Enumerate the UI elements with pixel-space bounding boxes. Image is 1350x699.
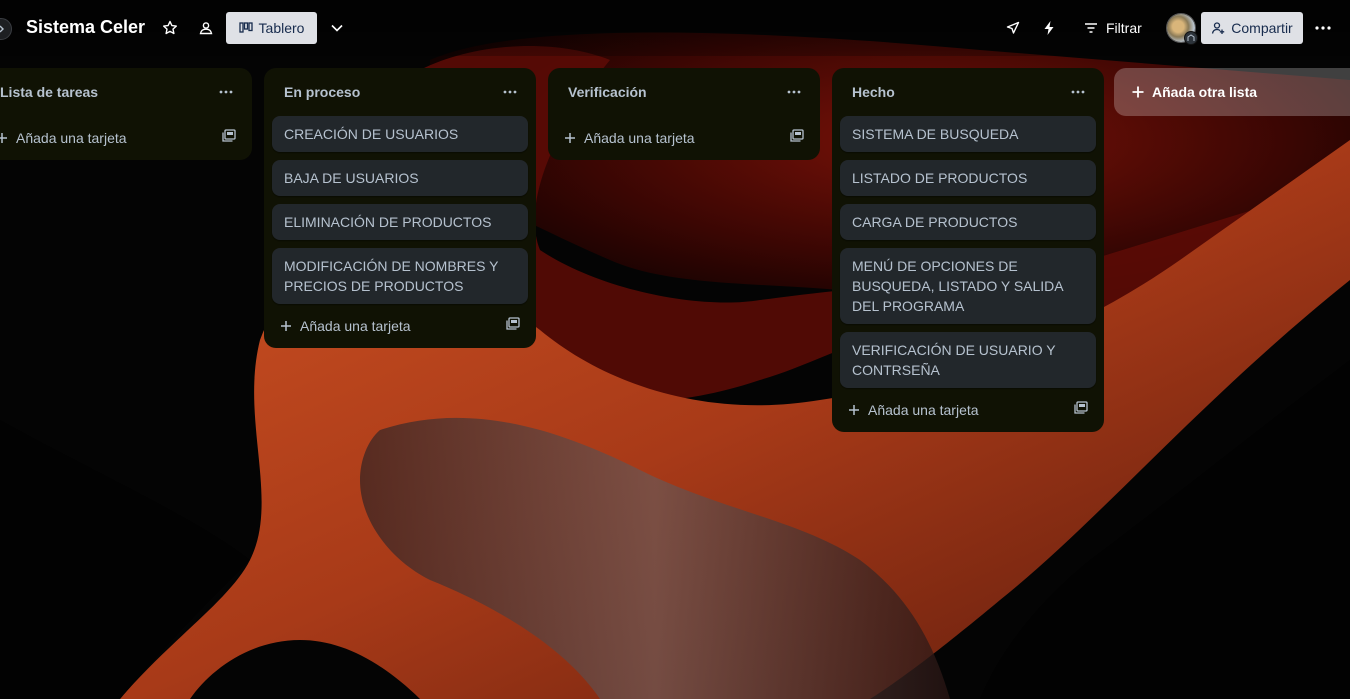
create-from-template-button[interactable]: [506, 317, 520, 335]
more-horizontal-icon: [1071, 90, 1085, 94]
list-en-proceso: En proceso CREACIÓN DE USUARIOS BAJA DE …: [264, 68, 536, 348]
add-card-label: Añada una tarjeta: [300, 318, 411, 334]
filter-button[interactable]: Filtrar: [1078, 14, 1148, 42]
create-from-template-button[interactable]: [790, 129, 804, 147]
card[interactable]: SISTEMA DE BUSQUEDA: [840, 116, 1096, 152]
add-card-row: Añada una tarjeta: [0, 116, 244, 160]
visibility-button[interactable]: [192, 14, 220, 42]
star-button[interactable]: [156, 14, 184, 42]
add-card-row: Añada una tarjeta: [840, 388, 1096, 432]
people-icon: [199, 22, 213, 35]
admin-icon: [1187, 34, 1195, 41]
filter-label: Filtrar: [1106, 20, 1142, 36]
card-template-icon: [506, 317, 520, 330]
add-card-label: Añada una tarjeta: [868, 402, 979, 418]
plus-icon: [281, 321, 291, 331]
more-horizontal-icon: [503, 90, 517, 94]
list-verificacion: Verificación Añada una tarjeta: [548, 68, 820, 160]
board-title[interactable]: Sistema Celer: [26, 17, 145, 38]
admin-badge: [1184, 31, 1198, 45]
card[interactable]: CREACIÓN DE USUARIOS: [272, 116, 528, 152]
plus-icon: [0, 133, 7, 143]
add-card-row: Añada una tarjeta: [556, 116, 812, 160]
list-lista-de-tareas: Lista de tareas Añada una tarjeta: [0, 68, 252, 160]
list-title[interactable]: Hecho: [852, 84, 895, 100]
add-card-row: Añada una tarjeta: [272, 304, 528, 348]
card[interactable]: BAJA DE USUARIOS: [272, 160, 528, 196]
board-header: Sistema Celer Tablero Filtrar Compartir: [0, 0, 1350, 56]
list-header: En proceso: [272, 68, 528, 116]
more-horizontal-icon: [219, 90, 233, 94]
create-from-template-button[interactable]: [1074, 401, 1088, 419]
add-person-icon: [1212, 22, 1225, 34]
list-header: Hecho: [840, 68, 1096, 116]
card[interactable]: LISTADO DE PRODUCTOS: [840, 160, 1096, 196]
card-template-icon: [222, 129, 236, 142]
board-view-label: Tablero: [258, 20, 305, 36]
list-header: Lista de tareas: [0, 68, 244, 116]
lightning-icon: [1044, 21, 1054, 35]
list-menu-button[interactable]: [214, 80, 238, 104]
add-card-button[interactable]: Añada una tarjeta: [848, 402, 979, 418]
list-menu-button[interactable]: [1066, 80, 1090, 104]
card[interactable]: VERIFICACIÓN DE USUARIO Y CONTRSEÑA: [840, 332, 1096, 388]
share-label: Compartir: [1231, 20, 1293, 36]
card-template-icon: [1074, 401, 1088, 414]
card-list: CREACIÓN DE USUARIOS BAJA DE USUARIOS EL…: [272, 116, 528, 304]
chevron-down-icon: [331, 24, 343, 32]
board-icon: [238, 22, 253, 33]
sidebar-toggle-button[interactable]: [0, 18, 12, 40]
card[interactable]: MODIFICACIÓN DE NOMBRES Y PRECIOS DE PRO…: [272, 248, 528, 304]
add-card-label: Añada una tarjeta: [584, 130, 695, 146]
list-hecho: Hecho SISTEMA DE BUSQUEDA LISTADO DE PRO…: [832, 68, 1104, 432]
list-header: Verificación: [556, 68, 812, 116]
add-list-label: Añada otra lista: [1152, 84, 1258, 100]
card[interactable]: ELIMINACIÓN DE PRODUCTOS: [272, 204, 528, 240]
share-button[interactable]: Compartir: [1201, 12, 1303, 44]
card-template-icon: [790, 129, 804, 142]
list-menu-button[interactable]: [498, 80, 522, 104]
plus-icon: [565, 133, 575, 143]
star-icon: [163, 20, 177, 35]
board-menu-button[interactable]: [1309, 14, 1337, 42]
power-ups-button[interactable]: [999, 14, 1027, 42]
create-from-template-button[interactable]: [222, 129, 236, 147]
rocket-icon: [1006, 21, 1020, 34]
plus-icon: [849, 405, 859, 415]
list-menu-button[interactable]: [782, 80, 806, 104]
list-title[interactable]: Lista de tareas: [0, 84, 98, 100]
list-title[interactable]: Verificación: [568, 84, 647, 100]
add-list-button[interactable]: Añada otra lista: [1114, 68, 1350, 116]
more-horizontal-icon: [1315, 26, 1331, 30]
card[interactable]: CARGA DE PRODUCTOS: [840, 204, 1096, 240]
view-switcher-button[interactable]: [323, 14, 351, 42]
board-view-button[interactable]: Tablero: [226, 12, 317, 44]
card-list: SISTEMA DE BUSQUEDA LISTADO DE PRODUCTOS…: [840, 116, 1096, 388]
card[interactable]: MENÚ DE OPCIONES DE BUSQUEDA, LISTADO Y …: [840, 248, 1096, 324]
filter-icon: [1085, 23, 1097, 33]
add-card-button[interactable]: Añada una tarjeta: [280, 318, 411, 334]
chevron-right-icon: [0, 25, 4, 33]
add-card-button[interactable]: Añada una tarjeta: [564, 130, 695, 146]
automation-button[interactable]: [1035, 14, 1063, 42]
more-horizontal-icon: [787, 90, 801, 94]
plus-icon: [1132, 86, 1144, 98]
add-card-button[interactable]: Añada una tarjeta: [0, 130, 127, 146]
list-title[interactable]: En proceso: [284, 84, 360, 100]
add-card-label: Añada una tarjeta: [16, 130, 127, 146]
